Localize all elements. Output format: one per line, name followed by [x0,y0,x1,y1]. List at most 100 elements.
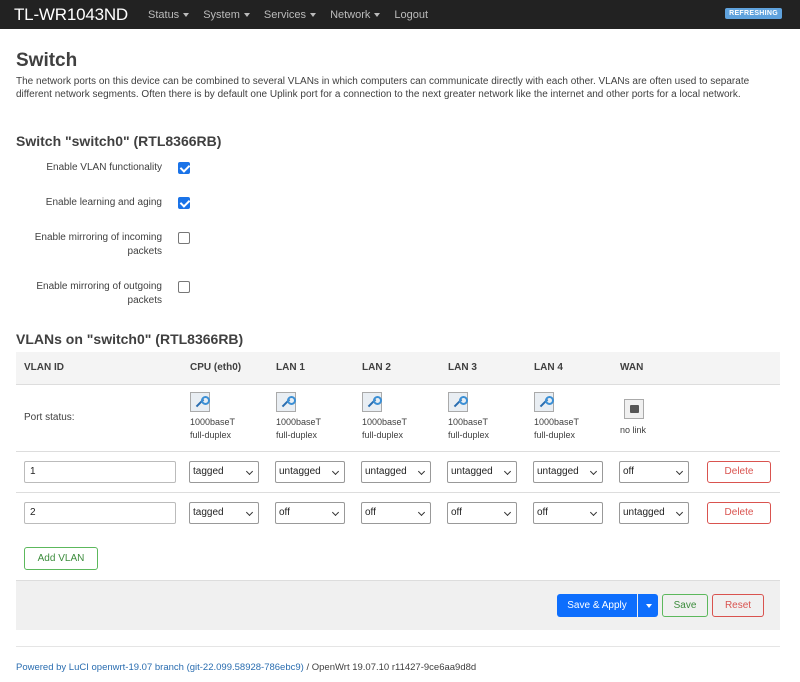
chevron-down-icon [503,467,512,476]
delete-vlan-1-button[interactable]: Delete [707,461,771,483]
switch-section-title: Switch "switch0" (RTL8366RB) [16,133,222,149]
port-duplex: full-duplex [190,430,232,440]
option-mirror-in-label: Enable mirroring of incoming packets [34,232,162,257]
port-status-lan1: 1000baseT full-duplex [276,416,321,442]
port-duplex: full-duplex [276,430,318,440]
select-value: untagged [537,466,579,477]
header-lan3: LAN 3 [448,362,477,373]
option-learning-label: Enable learning and aging [45,197,162,208]
header-lan2: LAN 2 [362,362,391,373]
select-vlan2-lan1[interactable]: off [275,502,345,524]
chevron-down-icon [310,12,317,17]
menu-system[interactable]: System [203,9,250,21]
chevron-down-icon [245,467,254,476]
select-vlan2-lan3[interactable]: off [447,502,517,524]
header-cpu: CPU (eth0) [190,362,242,373]
chevron-down-icon [331,467,340,476]
select-value: off [365,507,376,518]
header-lan4: LAN 4 [534,362,563,373]
option-learning-checkbox[interactable] [178,197,190,209]
port-speed: 1000baseT [362,417,408,427]
select-value: untagged [365,466,407,477]
save-button[interactable]: Save [662,594,708,617]
delete-vlan-2-button[interactable]: Delete [707,502,771,524]
port-status-label: Port status: [24,412,75,423]
select-vlan1-lan1[interactable]: untagged [275,461,345,483]
select-vlan2-lan4[interactable]: off [533,502,603,524]
port-speed: 1000baseT [534,417,580,427]
refresh-badge[interactable]: REFRESHING [725,8,782,19]
option-mirror-out-label: Enable mirroring of outgoing packets [36,281,162,306]
select-value: untagged [279,466,321,477]
port-duplex: full-duplex [448,430,490,440]
port-speed: 100baseT [448,417,489,427]
save-apply-button[interactable]: Save & Apply [557,594,637,617]
menu-network[interactable]: Network [330,8,381,21]
ethernet-port-icon [276,392,296,412]
menu-network-label: Network [330,8,371,21]
reset-button[interactable]: Reset [712,594,764,617]
vlan-section-title: VLANs on "switch0" (RTL8366RB) [16,331,244,347]
menu-services-label: Services [263,8,307,21]
main-menu: Status System Services Network Logout [148,9,442,21]
top-navbar: TL-WR1043ND Status System Services Netwo… [0,0,800,29]
option-mirror-in-checkbox[interactable] [178,232,190,244]
option-vlan-label: Enable VLAN functionality [46,162,162,173]
select-vlan1-lan2[interactable]: untagged [361,461,431,483]
vlan-table-header [16,352,780,384]
page-title: Switch [16,50,78,71]
ethernet-port-nolink-icon [624,399,644,419]
divider [16,451,780,452]
footer: Powered by LuCI openwrt-19.07 branch (gi… [16,662,476,673]
select-vlan1-wan[interactable]: off [619,461,689,483]
select-vlan2-cpu[interactable]: tagged [189,502,259,524]
vlan-id-input-2[interactable]: 2 [24,502,176,524]
vlan-id-input-1[interactable]: 1 [24,461,176,483]
port-status-wan: no link [620,425,647,435]
select-value: tagged [193,466,224,477]
chevron-down-icon [417,467,426,476]
port-status-lan2: 1000baseT full-duplex [362,416,407,442]
chevron-down-icon [589,467,598,476]
page-description: The network ports on this device can be … [16,76,750,100]
add-vlan-button[interactable]: Add VLAN [24,547,98,570]
select-vlan1-lan4[interactable]: untagged [533,461,603,483]
chevron-down-icon [245,508,254,517]
port-status-cpu: 1000baseT full-duplex [190,416,235,442]
chevron-down-icon [183,12,190,17]
port-speed: 1000baseT [276,417,322,427]
select-vlan1-lan3[interactable]: untagged [447,461,517,483]
ethernet-port-icon [362,392,382,412]
menu-logout[interactable]: Logout [394,9,428,21]
chevron-down-icon [589,508,598,517]
chevron-down-icon [243,12,250,17]
select-vlan2-lan2[interactable]: off [361,502,431,524]
select-value: tagged [193,507,224,518]
select-vlan1-cpu[interactable]: tagged [189,461,259,483]
brand-title[interactable]: TL-WR1043ND [14,5,128,25]
ethernet-port-icon [534,392,554,412]
menu-status-label: Status [148,8,180,21]
select-value: off [451,507,462,518]
option-mirror-out-checkbox[interactable] [178,281,190,293]
chevron-down-icon [374,12,381,17]
menu-status[interactable]: Status [148,8,190,21]
footer-divider [16,646,780,647]
footer-version: / OpenWrt 19.07.10 r11427-9ce6aa9d8d [303,662,477,673]
save-apply-dropdown-button[interactable] [638,594,658,617]
luci-link[interactable]: Powered by LuCI openwrt-19.07 branch (gi… [16,662,304,673]
select-vlan2-wan[interactable]: untagged [619,502,689,524]
port-status-lan3: 100baseT full-duplex [448,416,489,442]
select-value: off [537,507,548,518]
port-speed: 1000baseT [190,417,236,427]
select-value: untagged [623,507,665,518]
header-vlan-id: VLAN ID [24,362,64,373]
divider [16,492,780,493]
chevron-down-icon [331,508,340,517]
select-value: off [279,507,290,518]
port-status-lan4: 1000baseT full-duplex [534,416,579,442]
header-lan1: LAN 1 [276,362,305,373]
option-vlan-checkbox[interactable] [178,162,190,174]
menu-services[interactable]: Services [263,8,317,21]
chevron-down-icon [503,508,512,517]
